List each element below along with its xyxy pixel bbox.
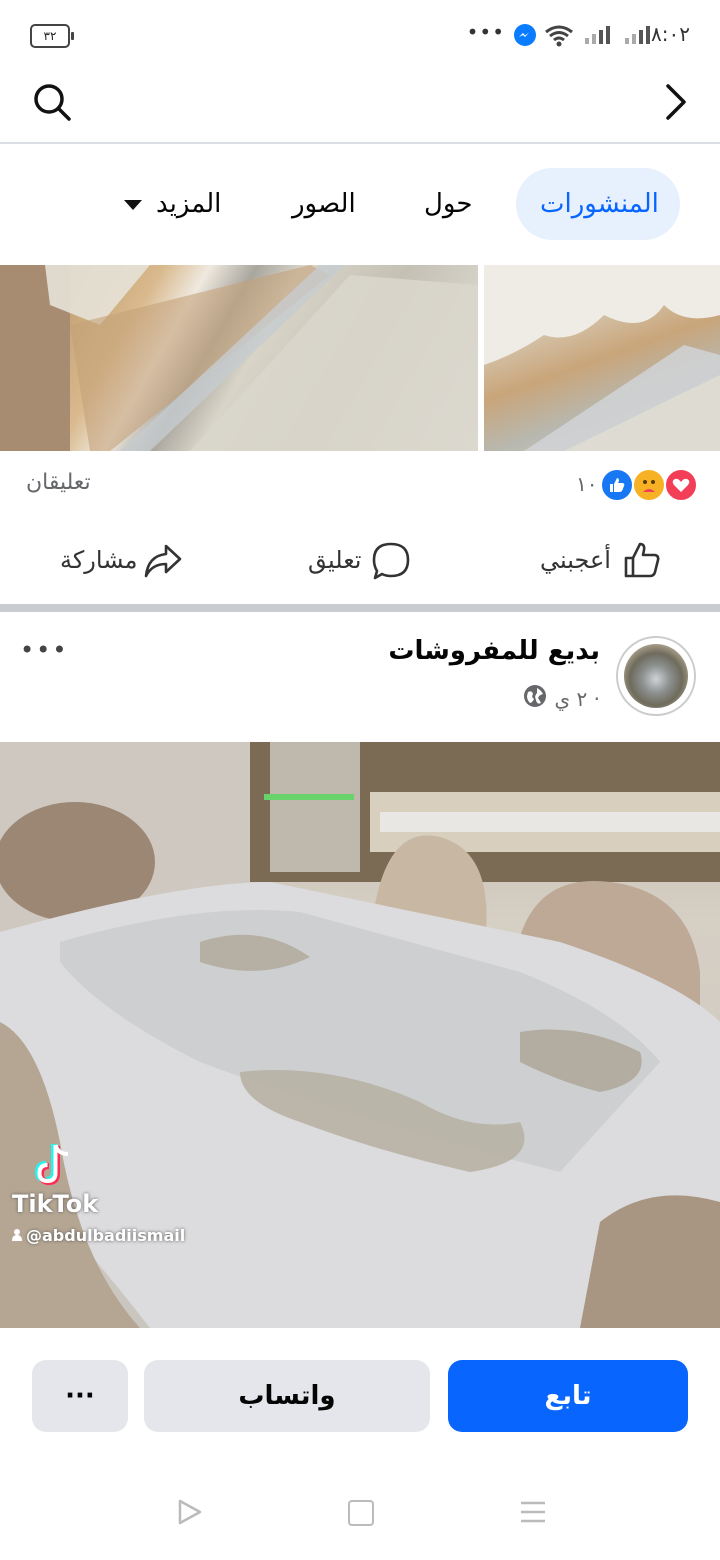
post-author[interactable]: بديع للمفروشات bbox=[388, 636, 600, 666]
post-photo-left[interactable] bbox=[0, 265, 478, 451]
thumbs-up-icon bbox=[622, 540, 662, 584]
share-button[interactable]: مشاركة bbox=[58, 536, 188, 586]
signal-icon-2 bbox=[625, 26, 650, 44]
tab-posts[interactable]: المنشورات bbox=[516, 168, 680, 240]
page-avatar[interactable] bbox=[616, 636, 696, 716]
app-header bbox=[0, 70, 720, 144]
comment-label: تعليق bbox=[308, 546, 362, 574]
search-icon[interactable] bbox=[30, 80, 74, 124]
tab-about[interactable]: حول bbox=[400, 168, 496, 240]
like-button[interactable]: أعجبني bbox=[536, 536, 666, 586]
like-label: أعجبني bbox=[540, 546, 611, 574]
reactions-summary[interactable]: ١٠ bbox=[576, 468, 700, 504]
user-icon bbox=[12, 1226, 22, 1241]
status-overflow-icon: ••• bbox=[466, 20, 505, 44]
wifi-icon bbox=[544, 24, 574, 52]
tab-photos[interactable]: الصور bbox=[268, 168, 380, 240]
signal-icon-1 bbox=[585, 26, 610, 44]
tiktok-handle: @abdulbadiismail bbox=[12, 1226, 185, 1245]
clock: ٨:٠٢ bbox=[651, 22, 690, 46]
tiktok-handle-text: @abdulbadiismail bbox=[26, 1226, 186, 1245]
system-nav-bar bbox=[0, 1460, 720, 1560]
care-reaction-icon bbox=[632, 468, 666, 502]
more-options-button[interactable]: ··· bbox=[32, 1360, 128, 1432]
back-chevron-icon[interactable] bbox=[656, 80, 692, 124]
status-bar: ٣٢ ••• ٨:٠٢ bbox=[0, 0, 720, 70]
love-reaction-icon bbox=[664, 468, 698, 502]
post-photo-right[interactable] bbox=[484, 265, 720, 451]
tiktok-brand: TikTok bbox=[12, 1190, 99, 1218]
post-more-button[interactable]: ••• bbox=[20, 636, 68, 664]
messenger-icon bbox=[514, 24, 536, 46]
post-video[interactable]: TikTok @abdulbadiismail bbox=[0, 742, 720, 1328]
post-time: ٢ ي · bbox=[554, 686, 600, 711]
nav-home-icon[interactable] bbox=[348, 1500, 374, 1526]
like-reaction-icon bbox=[600, 468, 634, 502]
tab-more[interactable]: المزيد bbox=[100, 168, 245, 240]
follow-button[interactable]: تابع bbox=[448, 1360, 688, 1432]
battery-indicator: ٣٢ bbox=[30, 24, 74, 48]
post-separator bbox=[0, 604, 720, 612]
tab-more-label: المزيد bbox=[156, 189, 222, 219]
whatsapp-button[interactable]: واتساب bbox=[144, 1360, 430, 1432]
nav-menu-icon[interactable] bbox=[520, 1500, 546, 1528]
comment-button[interactable]: تعليق bbox=[306, 536, 416, 586]
caret-down-icon bbox=[124, 199, 142, 210]
globe-icon bbox=[523, 684, 547, 713]
share-label: مشاركة bbox=[60, 546, 138, 574]
tiktok-logo-icon bbox=[30, 1140, 74, 1194]
share-arrow-icon bbox=[142, 540, 184, 586]
nav-back-icon[interactable] bbox=[176, 1498, 204, 1530]
comments-count[interactable]: تعليقان bbox=[26, 470, 91, 495]
comment-bubble-icon bbox=[370, 540, 412, 586]
reaction-count: ١٠ bbox=[576, 472, 598, 496]
post-meta: ٢ ي · bbox=[523, 684, 600, 713]
profile-tabs: المنشورات حول الصور المزيد bbox=[0, 144, 720, 264]
